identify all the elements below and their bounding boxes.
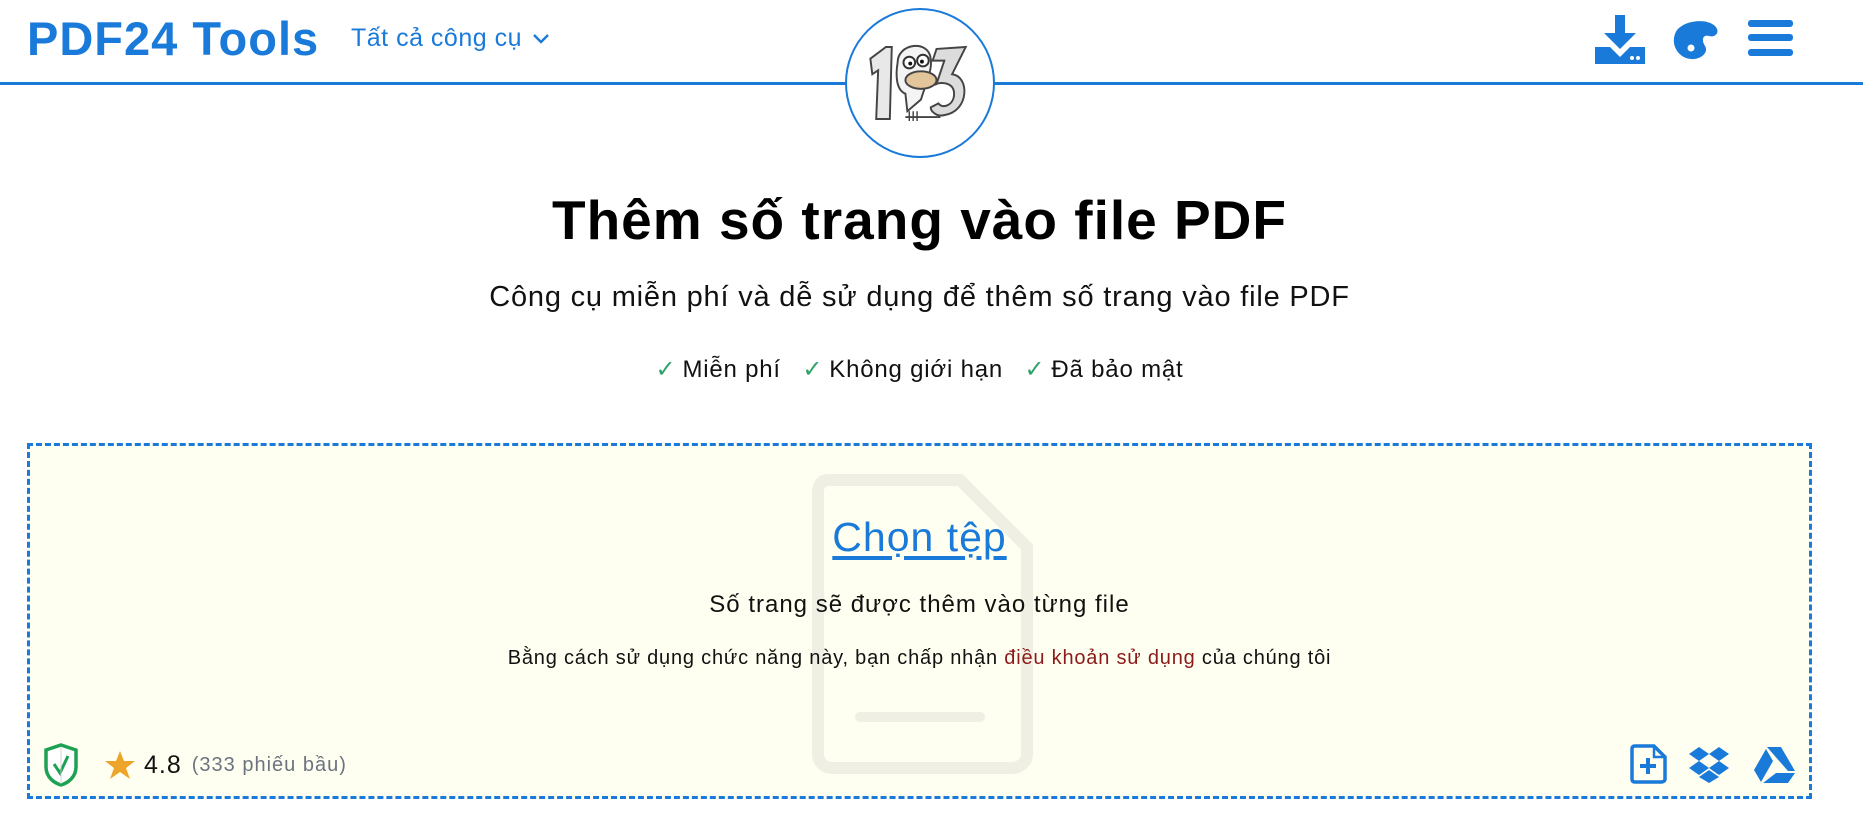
google-drive-icon[interactable] [1753,746,1795,784]
feature-label: Không giới hạn [829,356,1004,383]
terms-prefix: Bằng cách sử dụng chức năng này, bạn chấ… [507,647,998,669]
terms-notice: Bằng cách sử dụng chức năng này, bạn chấ… [30,647,1809,670]
brand-logo-link[interactable]: PDF24 Tools [27,11,319,66]
security-shield-icon[interactable] [44,743,78,787]
rating-area: 4.8 (333 phiếu bầu) [44,742,347,788]
rating-value: 4.8 [144,750,182,779]
star-icon[interactable] [104,750,136,780]
palette-icon[interactable] [1671,20,1719,60]
feature-free: ✓ Miễn phí [656,356,781,383]
chevron-down-icon [533,33,549,44]
feature-label: Miễn phí [682,356,781,383]
hamburger-menu-icon[interactable] [1748,20,1793,56]
terms-of-use-link[interactable]: điều khoản sử dụng [1004,647,1195,669]
checkmark-icon: ✓ [1024,356,1046,383]
dropbox-icon[interactable] [1689,746,1729,784]
choose-file-link[interactable]: Chọn tệp [832,514,1006,560]
feature-list: ✓ Miễn phí ✓ Không giới hạn ✓ Đã bảo mật [0,355,1839,384]
feature-label: Đã bảo mật [1051,356,1184,383]
checkmark-icon: ✓ [802,356,824,383]
page-numbers-mascot-icon [869,44,968,121]
tool-logo [845,8,995,158]
page-title: Thêm số trang vào file PDF [551,189,1287,251]
rating-votes: (333 phiếu bầu) [191,753,347,776]
page-subtitle: Công cụ miễn phí và dễ sử dụng để thêm s… [489,281,1350,313]
file-dropzone[interactable]: Chọn tệp Số trang sẽ được thêm vào từng … [27,443,1812,799]
new-file-icon[interactable] [1630,744,1667,784]
feature-unlimited: ✓ Không giới hạn [802,356,1003,383]
terms-suffix: của chúng tôi [1201,647,1332,669]
download-icon[interactable] [1595,15,1645,64]
choose-file-wrapper: Chọn tệp [30,514,1809,561]
all-tools-dropdown[interactable]: Tất cả công cụ [351,24,550,53]
dropzone-note: Số trang sẽ được thêm vào từng file [709,591,1130,618]
all-tools-label: Tất cả công cụ [351,24,522,52]
feature-secure: ✓ Đã bảo mật [1024,356,1183,383]
checkmark-icon: ✓ [655,356,677,383]
